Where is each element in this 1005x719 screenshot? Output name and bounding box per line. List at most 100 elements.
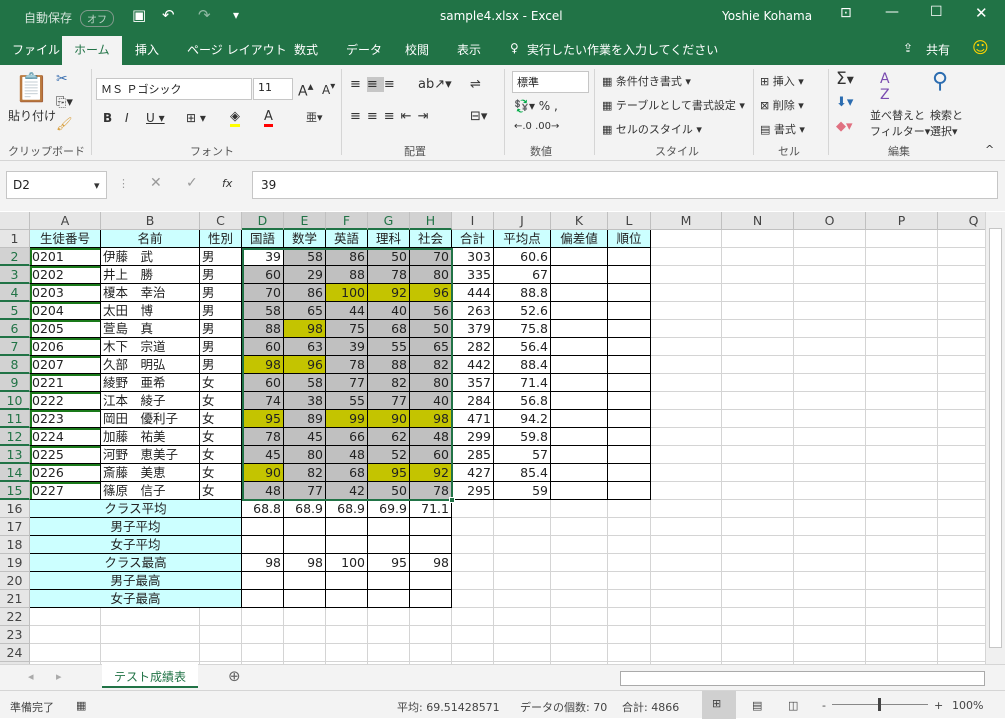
- row-header-16[interactable]: 16: [0, 500, 30, 518]
- cell-H6[interactable]: 50: [410, 320, 452, 338]
- cell-F1[interactable]: 英語: [326, 230, 368, 248]
- cell-G9[interactable]: 82: [368, 374, 410, 392]
- orientation-icon[interactable]: ab↗▾: [418, 77, 452, 92]
- cell-F8[interactable]: 78: [326, 356, 368, 374]
- zoom-out-button[interactable]: -: [822, 699, 826, 712]
- cell-F12[interactable]: 66: [326, 428, 368, 446]
- cell-A15[interactable]: 0227: [30, 482, 101, 500]
- cell-F19[interactable]: 100: [326, 554, 368, 572]
- cell-L24[interactable]: [608, 644, 651, 662]
- cell-G22[interactable]: [368, 608, 410, 626]
- cell-B8[interactable]: 久部 明弘: [101, 356, 200, 374]
- paste-icon[interactable]: 📋: [14, 71, 49, 104]
- row-header-3[interactable]: 3: [0, 266, 30, 284]
- cell-Q8[interactable]: [938, 356, 985, 374]
- copy-icon[interactable]: ⎘▾: [56, 95, 73, 110]
- cell-J24[interactable]: [494, 644, 551, 662]
- cell-M18[interactable]: [651, 536, 722, 554]
- borders-icon[interactable]: ⊞ ▾: [186, 111, 206, 125]
- cell-I13[interactable]: 285: [452, 446, 494, 464]
- cell-C10[interactable]: 女: [200, 392, 242, 410]
- page-layout-view-icon[interactable]: ▤: [752, 699, 762, 712]
- cell-J14[interactable]: 85.4: [494, 464, 551, 482]
- cell-I9[interactable]: 357: [452, 374, 494, 392]
- cell-O2[interactable]: [794, 248, 866, 266]
- cell-K4[interactable]: [551, 284, 608, 302]
- cell-D20[interactable]: [242, 572, 284, 590]
- cell-O7[interactable]: [794, 338, 866, 356]
- cell-N6[interactable]: [722, 320, 794, 338]
- cell-J18[interactable]: [494, 536, 551, 554]
- cell-O24[interactable]: [794, 644, 866, 662]
- find-select-button[interactable]: 検索と 選択▾: [930, 107, 963, 139]
- row-header-14[interactable]: 14: [0, 464, 30, 482]
- cell-A13[interactable]: 0225: [30, 446, 101, 464]
- cell-L16[interactable]: [608, 500, 651, 518]
- cell-F6[interactable]: 75: [326, 320, 368, 338]
- column-header-G[interactable]: G: [368, 212, 410, 230]
- cell-J12[interactable]: 59.8: [494, 428, 551, 446]
- cell-A11[interactable]: 0223: [30, 410, 101, 428]
- cell-H4[interactable]: 96: [410, 284, 452, 302]
- cell-K16[interactable]: [551, 500, 608, 518]
- increase-font-icon[interactable]: A▴: [298, 79, 313, 100]
- cell-H17[interactable]: [410, 518, 452, 536]
- cell-J5[interactable]: 52.6: [494, 302, 551, 320]
- cell-O16[interactable]: [794, 500, 866, 518]
- row-header-9[interactable]: 9: [0, 374, 30, 392]
- cell-M5[interactable]: [651, 302, 722, 320]
- cell-D23[interactable]: [242, 626, 284, 644]
- macro-record-icon[interactable]: ▦: [76, 699, 86, 712]
- cell-I6[interactable]: 379: [452, 320, 494, 338]
- column-header-A[interactable]: A: [30, 212, 101, 230]
- cell-I23[interactable]: [452, 626, 494, 644]
- row-header-6[interactable]: 6: [0, 320, 30, 338]
- zoom-slider-thumb[interactable]: [878, 698, 881, 711]
- cell-O12[interactable]: [794, 428, 866, 446]
- cell-Q22[interactable]: [938, 608, 985, 626]
- cell-Q9[interactable]: [938, 374, 985, 392]
- cell-D19[interactable]: 98: [242, 554, 284, 572]
- column-header-H[interactable]: H: [410, 212, 452, 230]
- cell-Q23[interactable]: [938, 626, 985, 644]
- cell-P18[interactable]: [866, 536, 938, 554]
- cell-N9[interactable]: [722, 374, 794, 392]
- wrap-text-icon[interactable]: ⇌: [470, 77, 481, 92]
- cell-F14[interactable]: 68: [326, 464, 368, 482]
- format-cells-button[interactable]: ▤ 書式 ▾: [760, 121, 805, 137]
- cell-L11[interactable]: [608, 410, 651, 428]
- cell-F7[interactable]: 39: [326, 338, 368, 356]
- cell-L14[interactable]: [608, 464, 651, 482]
- cell-G6[interactable]: 68: [368, 320, 410, 338]
- cell-K6[interactable]: [551, 320, 608, 338]
- cell-P19[interactable]: [866, 554, 938, 572]
- maximize-icon[interactable]: ☐: [930, 4, 943, 20]
- cell-Q16[interactable]: [938, 500, 985, 518]
- cell-A14[interactable]: 0226: [30, 464, 101, 482]
- cell-Q17[interactable]: [938, 518, 985, 536]
- cell-B3[interactable]: 井上 勝: [101, 266, 200, 284]
- cell-I10[interactable]: 284: [452, 392, 494, 410]
- cell-J17[interactable]: [494, 518, 551, 536]
- cell-A1[interactable]: 生徒番号: [30, 230, 101, 248]
- cell-G23[interactable]: [368, 626, 410, 644]
- phonetic-icon[interactable]: 亜▾: [306, 109, 323, 125]
- cell-N11[interactable]: [722, 410, 794, 428]
- name-box-dropdown-icon[interactable]: ▾: [94, 179, 100, 192]
- cell-H10[interactable]: 40: [410, 392, 452, 410]
- cell-L9[interactable]: [608, 374, 651, 392]
- cell-L15[interactable]: [608, 482, 651, 500]
- cell-N1[interactable]: [722, 230, 794, 248]
- row-header-18[interactable]: 18: [0, 536, 30, 554]
- cell-C12[interactable]: 女: [200, 428, 242, 446]
- number-format-select[interactable]: 標準: [512, 71, 589, 93]
- cell-L23[interactable]: [608, 626, 651, 644]
- cell-G18[interactable]: [368, 536, 410, 554]
- cell-D1[interactable]: 国語: [242, 230, 284, 248]
- cell-H7[interactable]: 65: [410, 338, 452, 356]
- cell-O18[interactable]: [794, 536, 866, 554]
- row-header-15[interactable]: 15: [0, 482, 30, 500]
- name-box[interactable]: D2: [6, 171, 107, 199]
- cell-B1[interactable]: 名前: [101, 230, 200, 248]
- column-header-L[interactable]: L: [608, 212, 651, 230]
